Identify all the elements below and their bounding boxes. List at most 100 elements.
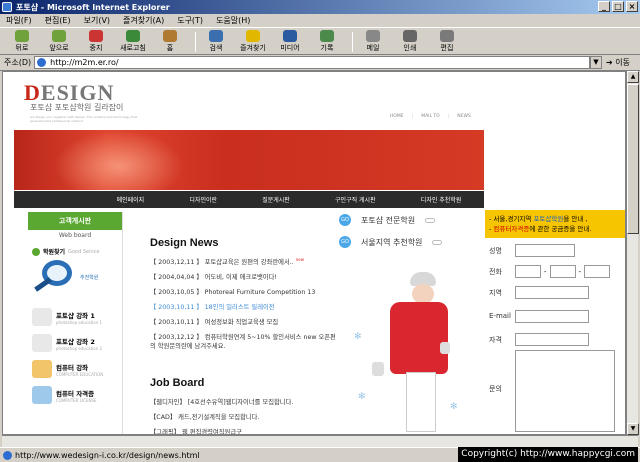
find-label: 학원찾기 [43,249,66,256]
name-field[interactable] [515,244,575,257]
media-button[interactable]: 미디어 [274,30,306,53]
promo-text: 서울지역 추천학원 [361,237,423,247]
phone-label: 전화 [489,267,502,276]
name-label: 성명 [489,246,502,255]
course-icon [32,334,52,352]
phone-field-2[interactable] [549,265,576,278]
scroll-up-arrow-icon[interactable]: ▲ [627,71,639,83]
menu-edit[interactable]: 편집(E) [45,15,71,26]
nav-design[interactable]: 디자인이란 [189,195,217,204]
stop-icon [89,30,103,42]
course-sub: photoshop education 1 [56,319,103,325]
go-badge-icon: GO [339,214,351,226]
skier-illustration: ✻ ✻ ✻ [354,272,464,432]
cert-field[interactable] [515,333,589,346]
go-button[interactable]: ➔ 이동 [606,57,636,68]
address-input[interactable]: http://m2m.er.ro/ [34,56,590,69]
notice-highlight: 컴퓨터자격증 [493,225,530,233]
menu-view[interactable]: 보기(V) [84,15,110,26]
logo-subtitle: 포토샵 포토샵학원 길라잡이 [30,103,124,112]
menu-favorites[interactable]: 즐겨찾기(A) [123,15,164,26]
course-photoshop-1[interactable]: 포토샵 강좌 1 photoshop education 1 [28,308,122,326]
favorites-icon [246,30,260,42]
notice-text: - 서울,경기지역 [489,215,534,223]
topnav-home[interactable]: HOME [390,114,404,119]
course-computer[interactable]: 컴퓨터 강좌 COMPUTER EDUCATION [28,360,122,378]
topnav-mail[interactable]: MAIL TO [421,114,440,119]
hero-glow [54,130,184,190]
notice-text: 을 안내 , [563,215,588,223]
go-label: 이동 [615,58,630,67]
promo-photoshop[interactable]: GO 포토샵 전문학원 [339,214,479,226]
promo-links: GO 포토샵 전문학원 GO 서울지역 추천학원 [339,214,479,258]
back-button[interactable]: 뒤로 [6,30,38,53]
horizontal-scrollbar[interactable] [2,435,638,447]
find-academy[interactable]: 학원찾기 Good Seince [28,247,122,256]
search-icon [209,30,223,42]
menu-file[interactable]: 파일(F) [6,15,32,26]
magnifier-caption: 추천학원 [80,275,99,281]
media-icon [283,30,297,42]
sidebar: 고객게시판 Web board 학원찾기 Good Seince 추천학원 포토… [28,212,123,434]
back-arrow-icon [15,30,29,42]
nav-academy[interactable]: 디자인 추천학원 [421,195,462,204]
course-sub: COMPUTER EDUCATION [56,371,104,377]
promo-seoul[interactable]: GO 서울지역 추천학원 [339,236,479,248]
home-button[interactable]: 홈 [154,30,186,53]
menu-tools[interactable]: 도구(T) [177,15,203,26]
site-page: DESIGN 포토샵 포토샵학원 길라잡이 we design you, tog… [14,72,484,434]
question-label: 문의 [489,385,502,393]
news-item[interactable]: 【 2003,12,11 】 포토샵교육은 원편의 강좌란에서.. new [150,257,390,266]
vertical-scrollbar[interactable]: ▲ ▼ [626,71,639,435]
print-button[interactable]: 인쇄 [394,30,426,53]
nav-jobs[interactable]: 구인구직 게시판 [335,195,376,204]
top-nav: HOME | MAIL TO | NEWS [390,114,471,119]
stop-button[interactable]: 중지 [80,30,112,53]
print-icon [403,30,417,42]
course-title: 컴퓨터 자격증 [56,389,95,398]
news-item[interactable]: 【 2003,12,12 】 컴퓨터학원연계 5~10% 할인서비스 new 오… [150,332,340,350]
close-button[interactable]: × [626,1,638,12]
promo-text: 포토샵 전문학원 [361,215,416,225]
course-sub: photoshop education 2 [56,345,103,351]
search-button[interactable]: 검색 [200,30,232,53]
window-title: 포토샵 - Microsoft Internet Explorer [16,2,170,12]
nav-qna[interactable]: 질문게시판 [262,195,290,204]
home-icon [163,30,177,42]
region-field[interactable] [515,286,589,299]
notice-text: 에 관한 궁금증을 안내. [529,225,592,233]
address-dropdown-arrow[interactable]: ▼ [590,56,602,69]
refresh-button[interactable]: 새로고침 [117,30,149,53]
news-text: 【 2003,12,12 】 컴퓨터학원연계 5~10% 할인서비스 new 오… [150,334,336,351]
logo-tagline: we design you, together with design. Thi… [30,115,138,123]
nav-main[interactable]: 메인페이지 [117,195,145,204]
scroll-thumb[interactable] [627,84,639,234]
toolbar-separator [352,31,353,52]
favorites-button[interactable]: 즐겨찾기 [237,30,269,53]
scroll-down-arrow-icon[interactable]: ▼ [627,423,639,435]
mail-button[interactable]: 메일 [357,30,389,53]
edit-icon [440,30,454,42]
news-text: 【 2003,12,11 】 포토샵교육은 원편의 강좌란에서.. [150,259,294,267]
toolbar: 뒤로 앞으로 중지 새로고침 홈 검색 즐겨찾기 미디어 기록 메일 인쇄 편집 [0,29,640,55]
course-photoshop-2[interactable]: 포토샵 강좌 2 photoshop education 2 [28,334,122,352]
page-viewport: DESIGN 포토샵 포토샵학원 길라잡이 we design you, tog… [2,71,626,435]
history-button[interactable]: 기록 [311,30,343,53]
email-field[interactable] [515,309,589,323]
phone-field-1[interactable] [515,265,541,278]
question-field[interactable] [515,350,615,432]
topnav-news[interactable]: NEWS [457,114,471,119]
forward-button[interactable]: 앞으로 [43,30,75,53]
course-license[interactable]: 컴퓨터 자격증 COMPUTER LICENSE [28,386,122,404]
menu-help[interactable]: 도움말(H) [216,15,250,26]
cert-label: 자격 [489,335,502,344]
edit-button[interactable]: 편집 [431,30,463,53]
board-sub: Web board [58,232,92,239]
magnifier-icon[interactable]: 추천학원 [34,260,98,300]
board-link[interactable]: 고객게시판 [28,212,122,230]
maximize-button[interactable]: □ [612,1,624,12]
copyright-watermark: Copyright(c) http://www.happycgi.com [458,447,638,462]
toggle-icon [425,217,436,223]
minimize-button[interactable]: _ [598,1,610,12]
phone-field-3[interactable] [584,265,611,278]
